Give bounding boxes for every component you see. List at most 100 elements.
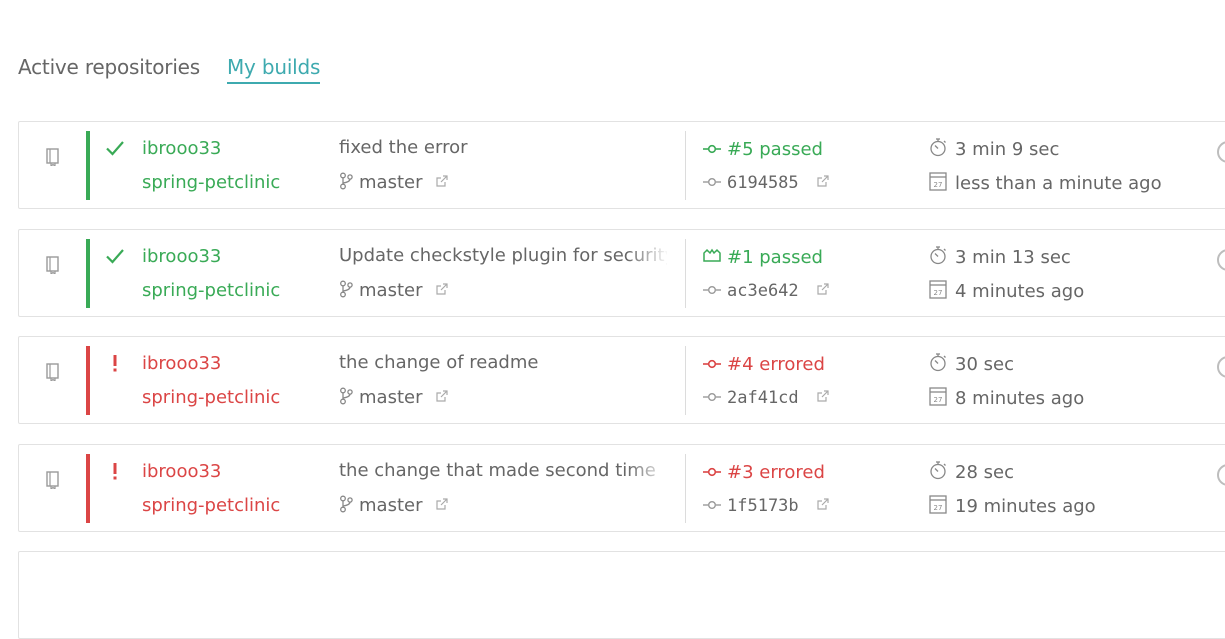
branch-name: master (359, 172, 423, 193)
build-state-bar (86, 454, 90, 523)
row-actions-button[interactable] (1217, 249, 1225, 271)
svg-text:27: 27 (934, 504, 943, 512)
build-finished: 27 less than a minute ago (929, 171, 1162, 196)
repo-name-link[interactable]: spring-petclinic (142, 495, 280, 516)
stopwatch-icon (929, 137, 947, 162)
external-link-icon (436, 171, 448, 192)
message-fade-overlay (627, 242, 669, 270)
commit-sha-link[interactable]: 6194585 (703, 172, 829, 193)
commit-icon (703, 461, 721, 482)
row-divider (685, 454, 686, 523)
row-divider (685, 239, 686, 308)
row-divider (685, 131, 686, 200)
row-actions-button[interactable] (1217, 356, 1225, 378)
commit-sha-link[interactable]: 2af41cd (703, 387, 829, 408)
commit-icon (703, 495, 721, 515)
repo-book-icon (45, 148, 61, 168)
commit-icon (703, 353, 721, 374)
pull-request-icon (703, 246, 721, 267)
build-row-partial[interactable] (18, 551, 1225, 639)
branch-icon (339, 172, 353, 195)
commit-message[interactable]: fixed the error (339, 137, 667, 158)
commit-sha: 6194585 (727, 173, 799, 193)
duration-text: 30 sec (955, 354, 1014, 375)
external-link-icon (817, 495, 829, 515)
finished-text: 19 minutes ago (955, 496, 1096, 517)
build-state-bar (86, 346, 90, 415)
row-actions-button[interactable] (1217, 464, 1225, 486)
branch-icon (339, 280, 353, 303)
repo-book-icon (45, 471, 61, 491)
commit-icon (703, 138, 721, 159)
build-duration: 3 min 9 sec (929, 137, 1059, 162)
build-status-text: #3 errored (727, 462, 825, 483)
build-status-text: #1 passed (727, 247, 823, 268)
exclamation-icon (105, 461, 125, 486)
repo-owner-link[interactable]: ibrooo33 (142, 353, 221, 374)
commit-message[interactable]: Update checkstyle plugin for security sc… (339, 245, 667, 266)
branch-link[interactable]: master (339, 494, 448, 518)
commit-message[interactable]: the change that made second time (339, 460, 667, 481)
build-number-link[interactable]: #1 passed (703, 246, 823, 268)
build-row[interactable]: ibrooo33 spring-petclinic the change tha… (18, 444, 1225, 532)
repo-name-link[interactable]: spring-petclinic (142, 387, 280, 408)
repo-owner-link[interactable]: ibrooo33 (142, 461, 221, 482)
message-fade-overlay (627, 349, 669, 377)
message-fade-overlay (627, 134, 669, 162)
repo-name-link[interactable]: spring-petclinic (142, 280, 280, 301)
branch-link[interactable]: master (339, 171, 448, 195)
duration-text: 28 sec (955, 462, 1014, 483)
commit-sha: 2af41cd (727, 388, 799, 408)
commit-sha: ac3e642 (727, 281, 799, 301)
repo-book-icon (45, 256, 61, 276)
branch-icon (339, 387, 353, 410)
calendar-icon: 27 (929, 171, 947, 196)
build-number-link[interactable]: #4 errored (703, 353, 825, 375)
repo-owner-link[interactable]: ibrooo33 (142, 138, 221, 159)
external-link-icon (436, 386, 448, 407)
commit-sha-link[interactable]: ac3e642 (703, 280, 829, 301)
repo-owner-link[interactable]: ibrooo33 (142, 246, 221, 267)
calendar-icon: 27 (929, 386, 947, 411)
build-duration: 28 sec (929, 460, 1014, 485)
finished-text: 8 minutes ago (955, 388, 1085, 409)
message-fade-overlay (627, 457, 669, 485)
commit-sha-link[interactable]: 1f5173b (703, 495, 829, 516)
build-number-link[interactable]: #3 errored (703, 461, 825, 483)
build-row[interactable]: ibrooo33 spring-petclinic Update checkst… (18, 229, 1225, 317)
commit-icon (703, 387, 721, 407)
build-state-bar (86, 239, 90, 308)
build-number-link[interactable]: #5 passed (703, 138, 823, 160)
branch-name: master (359, 495, 423, 516)
finished-text: 4 minutes ago (955, 281, 1085, 302)
external-link-icon (436, 494, 448, 515)
duration-text: 3 min 13 sec (955, 247, 1071, 268)
repo-name-link[interactable]: spring-petclinic (142, 172, 280, 193)
stopwatch-icon (929, 352, 947, 377)
branch-icon (339, 495, 353, 518)
svg-text:27: 27 (934, 396, 943, 404)
branch-link[interactable]: master (339, 386, 448, 410)
external-link-icon (817, 280, 829, 300)
commit-icon (703, 172, 721, 192)
build-finished: 27 8 minutes ago (929, 386, 1084, 411)
row-actions-button[interactable] (1217, 141, 1225, 163)
branch-link[interactable]: master (339, 279, 448, 303)
build-status-text: #5 passed (727, 139, 823, 160)
svg-text:27: 27 (934, 289, 943, 297)
exclamation-icon (105, 353, 125, 378)
external-link-icon (817, 387, 829, 407)
build-row[interactable]: ibrooo33 spring-petclinic fixed the erro… (18, 121, 1225, 209)
tab-active-repositories[interactable]: Active repositories (18, 55, 200, 79)
commit-sha: 1f5173b (727, 496, 799, 516)
calendar-icon: 27 (929, 494, 947, 519)
tab-my-builds[interactable]: My builds (227, 55, 320, 84)
commit-icon (703, 280, 721, 300)
repo-book-icon (45, 363, 61, 383)
commit-message[interactable]: the change of readme (339, 352, 667, 373)
build-duration: 30 sec (929, 352, 1014, 377)
calendar-icon: 27 (929, 279, 947, 304)
duration-text: 3 min 9 sec (955, 139, 1060, 160)
build-row[interactable]: ibrooo33 spring-petclinic the change of … (18, 336, 1225, 424)
check-icon (105, 246, 125, 271)
